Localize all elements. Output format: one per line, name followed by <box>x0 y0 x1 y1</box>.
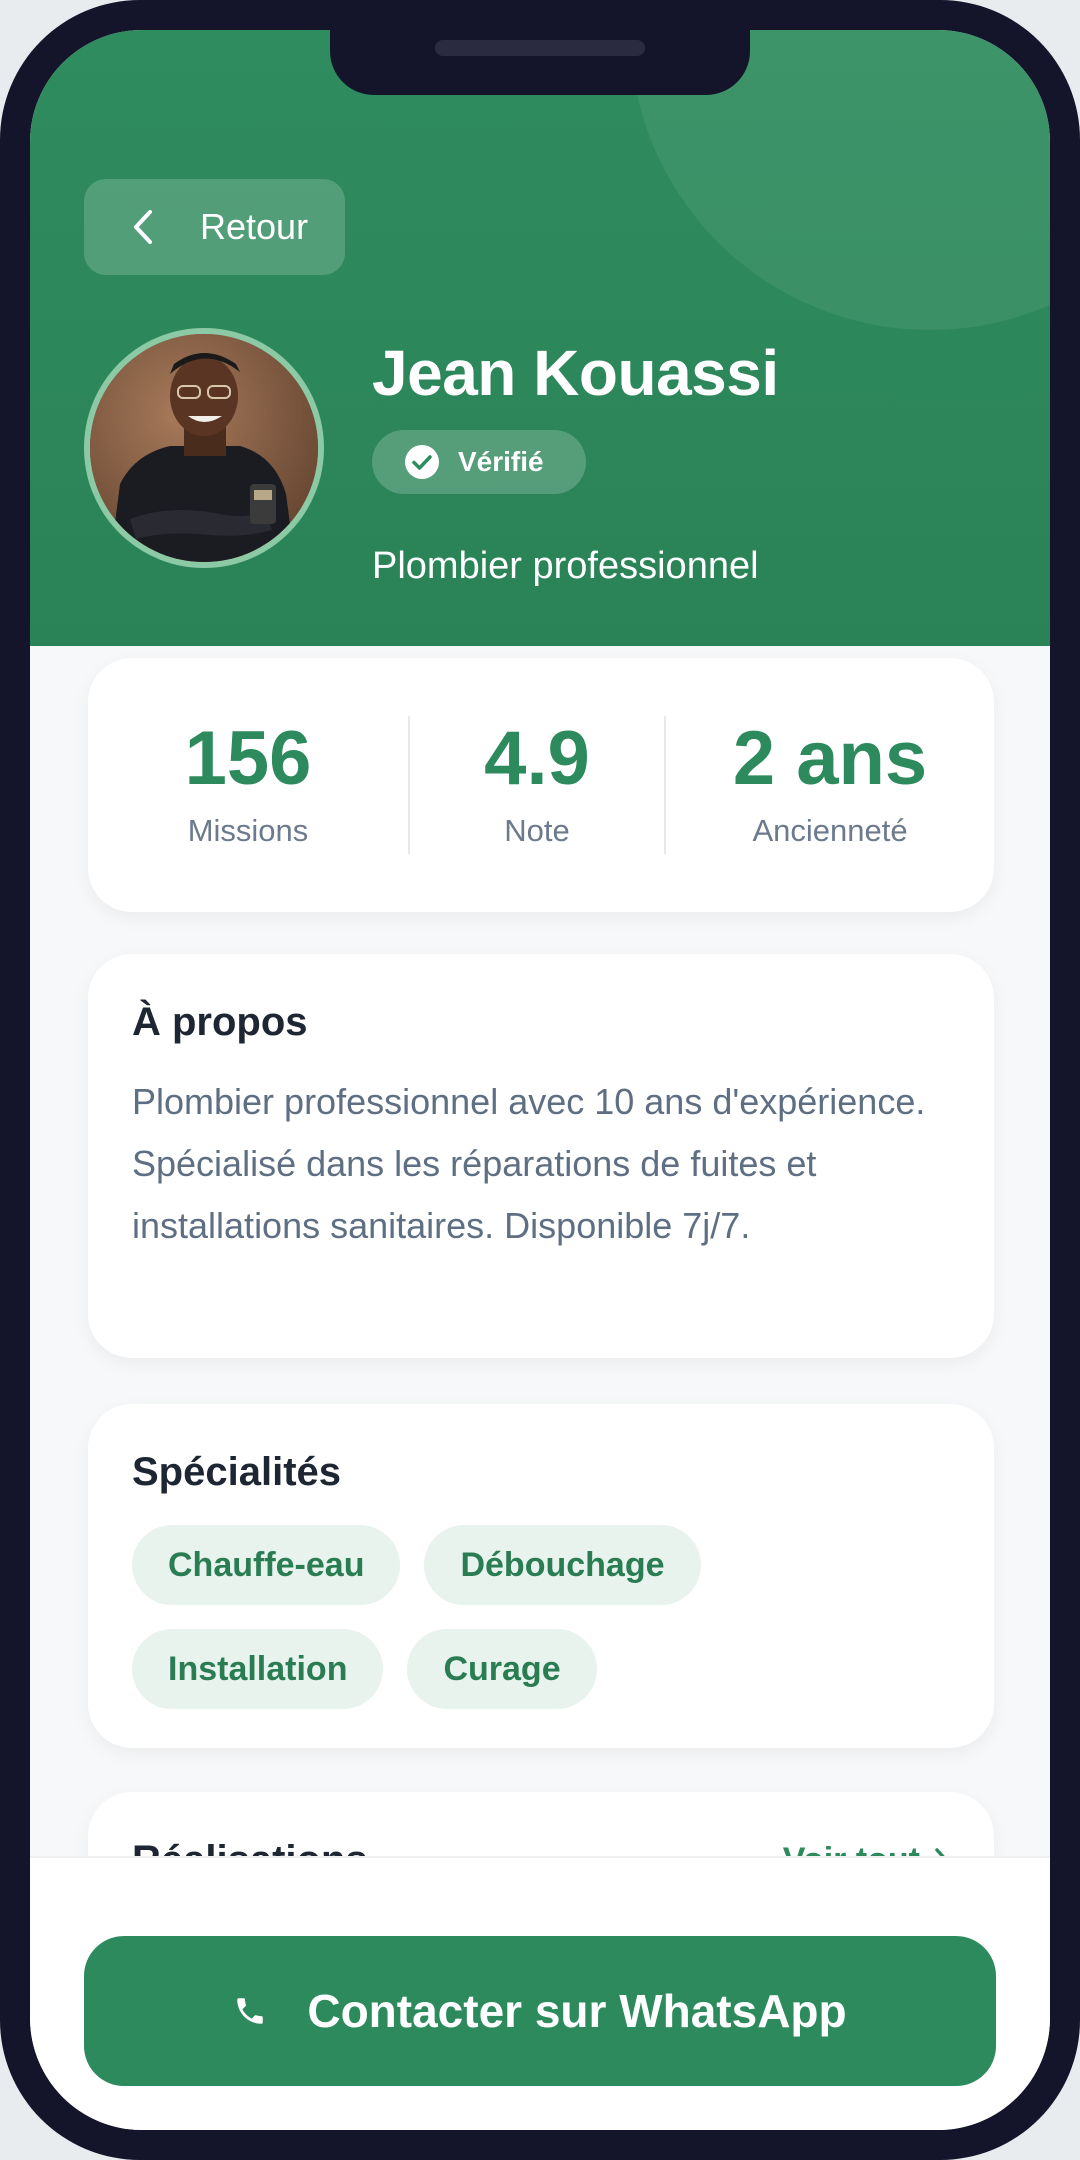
specialty-chip[interactable]: Débouchage <box>424 1525 701 1605</box>
stat-missions: 156 Missions <box>88 721 408 849</box>
phone-frame: Retour Jean Kouassi Vérifié Plombier pro… <box>0 0 1080 2160</box>
specialty-chip[interactable]: Curage <box>407 1629 597 1709</box>
specialties-card: Spécialités Chauffe-eau Débouchage Insta… <box>88 1404 994 1748</box>
back-label: Retour <box>200 206 309 247</box>
chevron-left-icon <box>132 209 192 245</box>
phone-icon <box>233 1994 267 2028</box>
back-button[interactable]: Retour <box>84 179 345 275</box>
about-card: À propos Plombier professionnel avec 10 … <box>88 954 994 1358</box>
whatsapp-label: Contacter sur WhatsApp <box>307 1985 847 2037</box>
stat-value: 156 <box>184 716 312 801</box>
stat-value: 4.9 <box>484 716 590 801</box>
stat-label: Note <box>504 813 570 848</box>
stat-anciennete: 2 ans Ancienneté <box>666 721 994 849</box>
stat-label: Ancienneté <box>752 813 908 848</box>
notch <box>330 30 750 95</box>
profile-header: Retour Jean Kouassi Vérifié Plombier pro… <box>30 30 1050 646</box>
specialty-chip[interactable]: Installation <box>132 1629 384 1709</box>
verified-badge: Vérifié <box>372 430 586 494</box>
bottom-bar: Contacter sur WhatsApp <box>30 1856 1050 2130</box>
stat-label: Missions <box>187 813 309 848</box>
stat-value: 2 ans <box>732 716 928 801</box>
whatsapp-contact-button[interactable]: Contacter sur WhatsApp <box>84 1936 996 2086</box>
specialties-title: Spécialités <box>132 1450 342 1494</box>
screen: Retour Jean Kouassi Vérifié Plombier pro… <box>30 30 1050 2130</box>
about-text: Plombier professionnel avec 10 ans d'exp… <box>132 1081 926 1246</box>
stat-note: 4.9 Note <box>410 721 664 849</box>
profession: Plombier professionnel <box>372 545 759 587</box>
about-title: À propos <box>132 1000 308 1044</box>
avatar <box>84 328 324 568</box>
specialty-chips: Chauffe-eau Débouchage Installation Cura… <box>132 1525 772 1709</box>
verified-label: Vérifié <box>458 446 544 477</box>
check-circle-icon <box>404 444 440 480</box>
specialty-chip[interactable]: Chauffe-eau <box>132 1525 401 1605</box>
stats-card: 156 Missions 4.9 Note 2 ans Ancienneté <box>88 658 994 912</box>
profile-name: Jean Kouassi <box>372 337 779 409</box>
